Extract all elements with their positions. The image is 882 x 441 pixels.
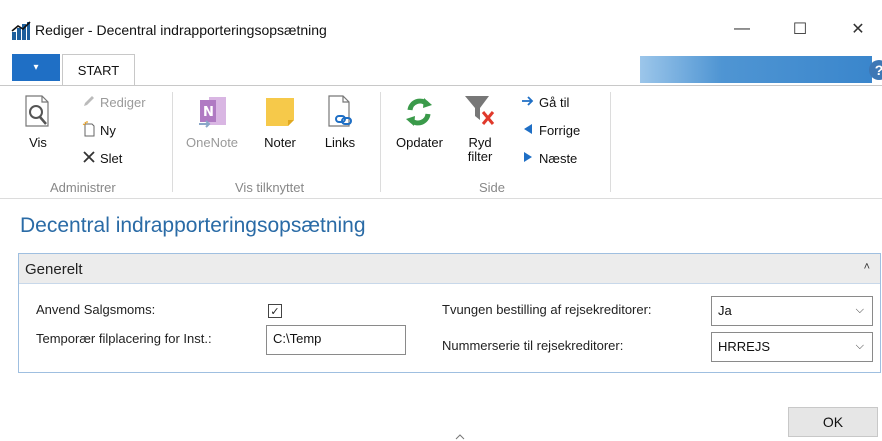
group-divider xyxy=(172,92,173,192)
collapse-icon[interactable]: ˄ xyxy=(864,261,870,273)
ribbon: Vis Rediger Ny Slet Administrer N OneNot… xyxy=(0,85,882,199)
ryd-filter-label-line2: filter xyxy=(467,149,493,164)
fasttab-header[interactable]: Generelt ˄ xyxy=(19,254,880,284)
rediger-button[interactable]: Rediger xyxy=(82,92,146,112)
ribbon-tab-row: ▾ START ? xyxy=(0,52,882,85)
window-title: Rediger - Decentral indrapporteringsopsæ… xyxy=(35,22,327,38)
links-button[interactable]: Links xyxy=(324,94,356,150)
vis-button[interactable]: Vis xyxy=(22,94,54,150)
ryd-filter-button[interactable]: Ryd filter xyxy=(463,94,497,164)
arrow-right-icon xyxy=(521,94,535,111)
app-menu-button[interactable]: ▾ xyxy=(12,54,60,81)
tvungen-bestilling-label: Tvungen bestilling af rejsekreditorer: xyxy=(442,302,652,317)
forrige-button[interactable]: Forrige xyxy=(521,120,580,140)
slet-label: Slet xyxy=(100,150,123,166)
onenote-button[interactable]: N OneNote xyxy=(186,94,238,150)
links-label: Links xyxy=(324,135,356,150)
fasttab-generelt: Generelt ˄ Anvend Salgsmoms: ✓ Temporær … xyxy=(18,253,881,373)
onenote-label: OneNote xyxy=(186,135,239,150)
group-divider xyxy=(380,92,381,192)
gaa-til-button[interactable]: Gå til xyxy=(521,92,569,112)
nummerserie-value: HRREJS xyxy=(718,339,771,354)
fasttab-title: Generelt xyxy=(25,261,83,278)
temp-filplacering-label: Temporær filplacering for Inst.: xyxy=(36,331,212,346)
checkmark-icon: ✓ xyxy=(270,305,280,318)
opdater-button[interactable]: Opdater xyxy=(396,94,443,150)
nummerserie-label: Nummerserie til rejsekreditorer: xyxy=(442,338,624,353)
link-document-icon xyxy=(324,94,356,133)
noter-label: Noter xyxy=(264,135,296,150)
ny-label: Ny xyxy=(100,122,116,138)
page-title: Decentral indrapporteringsopsætning xyxy=(20,214,366,237)
tvungen-bestilling-value: Ja xyxy=(718,303,732,318)
ryd-filter-label-line1: Ryd xyxy=(468,135,492,150)
ny-button[interactable]: Ny xyxy=(82,120,116,140)
anvend-salgsmoms-label: Anvend Salgsmoms: xyxy=(36,302,156,317)
triangle-left-icon xyxy=(521,122,535,139)
bar-chart-icon xyxy=(11,21,31,41)
triangle-right-icon xyxy=(521,150,535,167)
opdater-label: Opdater xyxy=(396,135,443,150)
help-icon[interactable]: ? xyxy=(869,60,882,80)
view-document-icon xyxy=(22,94,54,133)
title-bar: Rediger - Decentral indrapporteringsopsæ… xyxy=(0,0,882,52)
resize-caret-icon xyxy=(455,432,465,441)
nummerserie-select[interactable]: HRREJS ⌵ xyxy=(711,332,873,362)
new-document-icon xyxy=(82,120,96,140)
svg-text:N: N xyxy=(203,105,214,120)
maximize-button[interactable]: ☐ xyxy=(780,14,820,44)
group-divider xyxy=(610,92,611,192)
noter-button[interactable]: Noter xyxy=(263,94,297,150)
close-button[interactable]: ✕ xyxy=(838,14,878,44)
clear-filter-icon xyxy=(463,94,497,133)
vis-label: Vis xyxy=(29,135,47,150)
naeste-label: Næste xyxy=(539,150,578,166)
ok-button[interactable]: OK xyxy=(788,407,878,437)
refresh-icon xyxy=(402,94,436,133)
delete-x-icon xyxy=(82,150,96,167)
note-icon xyxy=(263,94,297,133)
minimize-button[interactable]: — xyxy=(722,14,762,44)
forrige-label: Forrige xyxy=(539,122,581,138)
rediger-label: Rediger xyxy=(100,94,146,110)
temp-filplacering-input[interactable]: C:\Temp xyxy=(266,325,406,355)
pencil-icon xyxy=(82,94,96,111)
onenote-icon: N xyxy=(195,94,229,133)
chevron-down-icon: ⌵ xyxy=(855,304,864,316)
tvungen-bestilling-select[interactable]: Ja ⌵ xyxy=(711,296,873,326)
group-label-vis-tilknyttet: Vis tilknyttet xyxy=(235,180,305,195)
tab-start[interactable]: START xyxy=(62,54,135,85)
chevron-down-icon: ▾ xyxy=(33,62,39,73)
gaa-til-label: Gå til xyxy=(539,94,570,110)
anvend-salgsmoms-checkbox[interactable]: ✓ xyxy=(268,304,282,318)
ribbon-decoration-band xyxy=(640,56,872,83)
slet-button[interactable]: Slet xyxy=(82,148,122,168)
group-label-administrer: Administrer xyxy=(50,180,116,195)
group-label-side: Side xyxy=(479,180,506,195)
chevron-down-icon: ⌵ xyxy=(855,340,864,352)
naeste-button[interactable]: Næste xyxy=(521,148,577,168)
